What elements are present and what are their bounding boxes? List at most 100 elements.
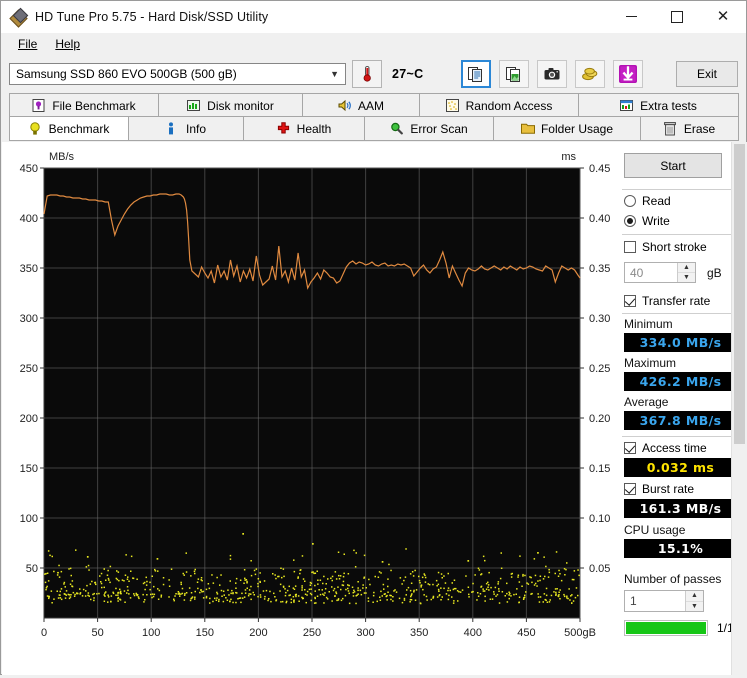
maximum-label: Maximum bbox=[624, 356, 677, 370]
tab-label: Info bbox=[185, 122, 206, 136]
radio-read-indicator bbox=[624, 195, 636, 207]
minimum-label: Minimum bbox=[624, 317, 673, 331]
stepper-arrows[interactable]: ▲ ▼ bbox=[685, 591, 703, 611]
radio-write-indicator bbox=[624, 215, 636, 227]
short-stroke-stepper[interactable]: 40 ▲ ▼ bbox=[624, 262, 696, 283]
tab-erase[interactable]: Erase bbox=[640, 116, 739, 141]
menu-help[interactable]: Help bbox=[46, 35, 89, 53]
radio-read[interactable]: Read bbox=[624, 194, 671, 208]
chevron-down-icon: ▼ bbox=[330, 69, 339, 79]
tab-extra-tests[interactable]: Extra tests bbox=[578, 93, 739, 117]
start-label: Start bbox=[660, 158, 686, 173]
svg-text:0.35: 0.35 bbox=[589, 263, 610, 275]
drive-select[interactable]: Samsung SSD 860 EVO 500GB (500 gB) ▼ bbox=[9, 63, 346, 85]
access-time-checkbox[interactable]: Access time bbox=[624, 441, 707, 455]
coins-button[interactable] bbox=[575, 60, 606, 88]
benchmark-options-panel: Start Read Write Short stroke 40 ▲▼ gB bbox=[614, 142, 747, 675]
download-button[interactable] bbox=[613, 60, 644, 88]
transfer-rate-checkbox[interactable]: Transfer rate bbox=[624, 294, 710, 308]
pass-progress: 1/1 bbox=[624, 620, 734, 636]
divider bbox=[622, 313, 735, 314]
svg-text:ms: ms bbox=[561, 151, 576, 163]
tab-folder-usage[interactable]: Folder Usage bbox=[493, 116, 641, 141]
tab-disk-monitor[interactable]: Disk monitor bbox=[158, 93, 303, 117]
window-title: HD Tune Pro 5.75 - Hard Disk/SSD Utility bbox=[35, 9, 269, 24]
exit-label: Exit bbox=[696, 67, 717, 81]
radio-read-label: Read bbox=[642, 194, 671, 208]
short-stroke-indicator bbox=[624, 241, 636, 253]
maximize-button[interactable] bbox=[654, 1, 700, 32]
svg-text:400: 400 bbox=[20, 213, 38, 225]
tab-row-1: File Benchmark Disk monitor AAM Random A… bbox=[9, 93, 739, 117]
transfer-rate-indicator bbox=[624, 295, 636, 307]
burst-rate-value: 161.3 MB/s bbox=[624, 499, 737, 518]
svg-text:0.25: 0.25 bbox=[589, 363, 610, 375]
panel-scrollbar[interactable] bbox=[731, 142, 747, 675]
menu-file[interactable]: File bbox=[9, 35, 46, 53]
svg-text:300: 300 bbox=[356, 627, 374, 639]
svg-text:200: 200 bbox=[20, 413, 38, 425]
svg-text:50: 50 bbox=[26, 563, 38, 575]
close-button[interactable]: ✕ bbox=[700, 1, 746, 32]
tab-aam[interactable]: AAM bbox=[302, 93, 420, 117]
copy-image-button[interactable] bbox=[499, 60, 530, 88]
benchmark-bulb-icon bbox=[29, 121, 43, 136]
stepper-arrows[interactable]: ▲ ▼ bbox=[677, 263, 695, 282]
tab-info[interactable]: Info bbox=[128, 116, 244, 141]
svg-text:450: 450 bbox=[20, 163, 38, 175]
tab-label: AAM bbox=[357, 98, 384, 113]
divider bbox=[622, 189, 735, 190]
screenshot-button[interactable] bbox=[537, 60, 568, 88]
access-time-indicator bbox=[624, 442, 636, 454]
short-stroke-unit: gB bbox=[707, 266, 722, 280]
coins-icon bbox=[582, 67, 598, 81]
tab-label: Disk monitor bbox=[207, 98, 274, 113]
short-stroke-checkbox[interactable]: Short stroke bbox=[624, 240, 707, 254]
drive-select-value: Samsung SSD 860 EVO 500GB (500 gB) bbox=[16, 67, 237, 81]
aam-speaker-icon bbox=[338, 99, 352, 113]
error-scan-magnifier-icon bbox=[390, 122, 404, 136]
access-time-label: Access time bbox=[642, 441, 707, 455]
average-value: 367.8 MB/s bbox=[624, 411, 737, 430]
hdtune-window: HD Tune Pro 5.75 - Hard Disk/SSD Utility… bbox=[0, 0, 747, 675]
tab-label: Health bbox=[296, 122, 332, 136]
access-time-value: 0.032 ms bbox=[624, 458, 737, 477]
scrollbar-thumb[interactable] bbox=[734, 144, 745, 444]
svg-text:400: 400 bbox=[464, 627, 482, 639]
radio-write[interactable]: Write bbox=[624, 214, 670, 228]
benchmark-chart-svg: 50 100 150 200 250 300 350 400 450 MB/s 0.05 0.10 0.… bbox=[20, 151, 611, 639]
tab-benchmark[interactable]: Benchmark bbox=[9, 116, 129, 141]
tab-label: Error Scan bbox=[410, 122, 468, 136]
temperature-value: 27~C bbox=[392, 67, 424, 81]
tab-file-benchmark[interactable]: File Benchmark bbox=[9, 93, 159, 117]
svg-text:500gB: 500gB bbox=[564, 627, 596, 639]
passes-value: 1 bbox=[630, 594, 637, 608]
transfer-rate-label: Transfer rate bbox=[642, 294, 711, 308]
minimize-button[interactable] bbox=[608, 1, 654, 32]
svg-text:0.15: 0.15 bbox=[589, 463, 610, 475]
copy-text-icon bbox=[468, 67, 483, 82]
svg-text:200: 200 bbox=[249, 627, 267, 639]
burst-rate-checkbox[interactable]: Burst rate bbox=[624, 482, 694, 496]
exit-button[interactable]: Exit bbox=[676, 61, 738, 87]
thermometer-button[interactable] bbox=[352, 60, 382, 88]
passes-stepper[interactable]: 1 ▲ ▼ bbox=[624, 590, 704, 612]
start-button[interactable]: Start bbox=[624, 153, 722, 178]
tab-label: File Benchmark bbox=[52, 98, 136, 113]
short-stroke-value: 40 bbox=[630, 265, 644, 280]
health-cross-icon bbox=[277, 122, 291, 136]
svg-text:350: 350 bbox=[20, 263, 38, 275]
title-bar: HD Tune Pro 5.75 - Hard Disk/SSD Utility… bbox=[1, 1, 746, 33]
tab-health[interactable]: Health bbox=[243, 116, 365, 141]
svg-text:0.45: 0.45 bbox=[589, 163, 610, 175]
radio-write-label: Write bbox=[642, 214, 670, 228]
tab-random-access[interactable]: Random Access bbox=[419, 93, 579, 117]
copy-text-button[interactable] bbox=[461, 60, 492, 88]
toolbar-actions bbox=[461, 60, 644, 88]
svg-text:50: 50 bbox=[91, 627, 103, 639]
tab-error-scan[interactable]: Error Scan bbox=[364, 116, 494, 141]
download-arrow-icon bbox=[619, 65, 638, 83]
app-logo-icon bbox=[9, 7, 29, 28]
tab-label: Benchmark bbox=[48, 121, 110, 136]
average-label: Average bbox=[624, 395, 669, 409]
